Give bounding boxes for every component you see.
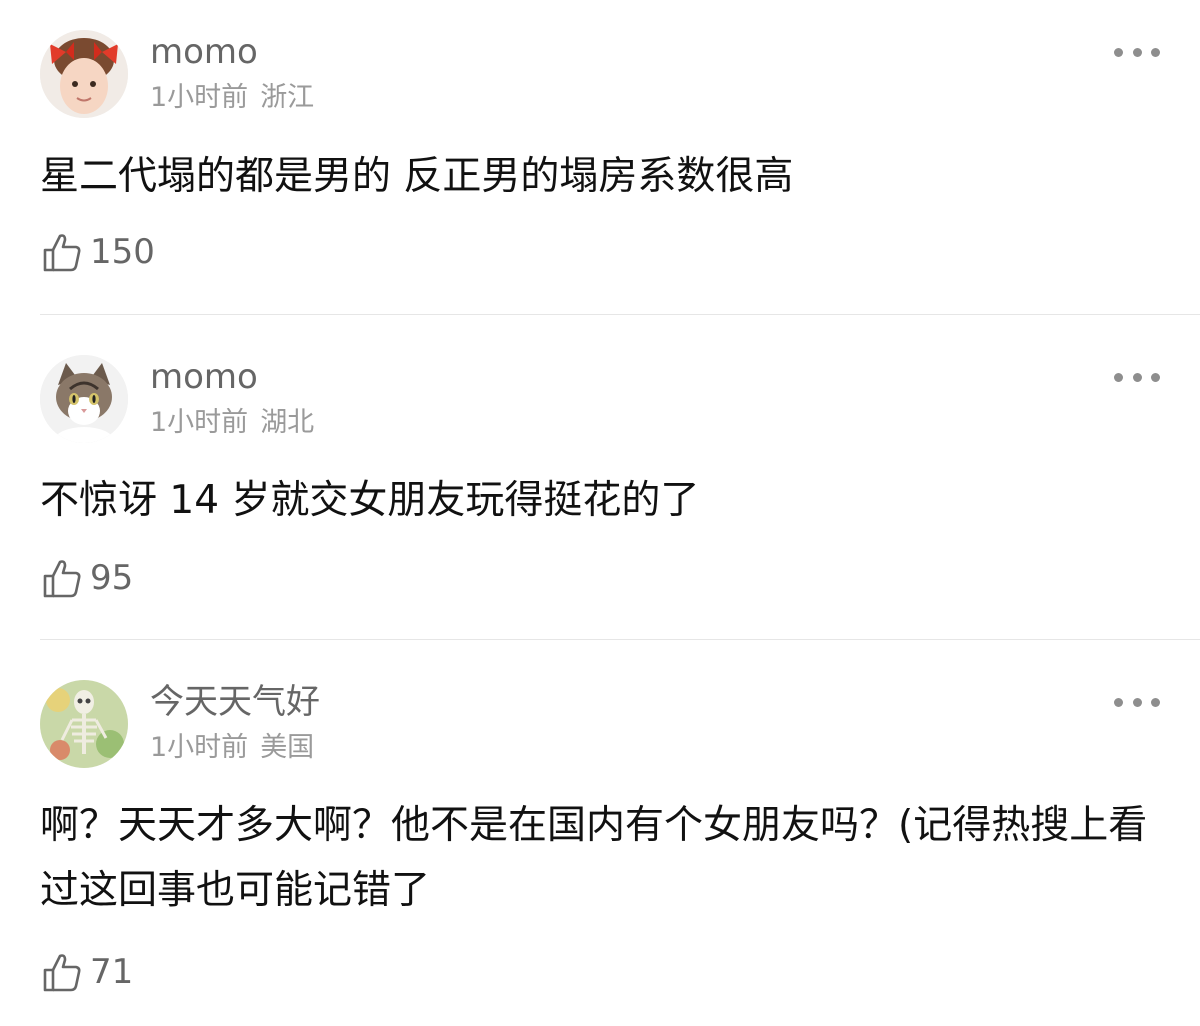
comment-item: momo 1小时前 湖北 不惊讶 14 岁就交女朋友玩得挺花的了 95 <box>0 355 1200 625</box>
username[interactable]: momo <box>150 32 258 72</box>
divider <box>40 314 1200 315</box>
dot <box>1114 372 1123 382</box>
dot <box>1151 372 1160 382</box>
dot <box>1132 47 1142 57</box>
comment-meta: 1小时前 浙江 <box>150 82 314 114</box>
comment-location: 美国 <box>260 732 315 763</box>
skeleton-painting-avatar-icon <box>40 680 128 768</box>
like-button[interactable]: 95 <box>42 556 133 600</box>
dot <box>1114 697 1123 707</box>
dot <box>1132 697 1142 707</box>
like-button[interactable]: 71 <box>42 950 133 994</box>
thumbs-up-icon <box>43 234 81 272</box>
comment-time: 1小时前 <box>150 407 249 438</box>
dot <box>1132 372 1142 382</box>
comment-meta: 1小时前 美国 <box>150 732 314 764</box>
comment-time: 1小时前 <box>150 732 249 763</box>
like-count: 71 <box>90 952 134 992</box>
thumbs-up-icon <box>43 560 81 598</box>
more-options-icon[interactable] <box>1114 690 1160 714</box>
comment-meta: 1小时前 湖北 <box>150 407 314 439</box>
comment-location: 湖北 <box>260 407 315 438</box>
like-count: 95 <box>90 558 134 598</box>
more-options-icon[interactable] <box>1114 40 1160 64</box>
username[interactable]: 今天天气好 <box>150 682 320 722</box>
like-button[interactable]: 150 <box>42 230 155 274</box>
comment-time: 1小时前 <box>150 82 249 113</box>
user-avatar[interactable] <box>40 355 128 443</box>
username[interactable]: momo <box>150 357 258 397</box>
girl-with-red-bows-avatar-icon <box>40 30 128 118</box>
like-count: 150 <box>90 232 155 272</box>
comment-location: 浙江 <box>260 82 315 113</box>
dot <box>1114 47 1123 57</box>
user-avatar[interactable] <box>40 30 128 118</box>
comment-item: momo 1小时前 浙江 星二代塌的都是男的 反正男的塌房系数很高 150 <box>0 30 1200 300</box>
divider <box>40 639 1200 640</box>
comment-item: 今天天气好 1小时前 美国 啊？天天才多大啊？他不是在国内有个女朋友吗？(记得热搜… <box>0 680 1200 1010</box>
comment-text: 啊？天天才多大啊？他不是在国内有个女朋友吗？(记得热搜上看过这回事也可能记错了 <box>40 803 1148 913</box>
comment-text: 星二代塌的都是男的 反正男的塌房系数很高 <box>40 154 794 199</box>
thumbs-up-icon <box>43 954 81 992</box>
user-avatar[interactable] <box>40 680 128 768</box>
comment-text: 不惊讶 14 岁就交女朋友玩得挺花的了 <box>40 478 700 523</box>
dot <box>1151 697 1160 707</box>
dot <box>1151 47 1160 57</box>
more-options-icon[interactable] <box>1114 365 1160 389</box>
cat-avatar-icon <box>40 355 128 443</box>
